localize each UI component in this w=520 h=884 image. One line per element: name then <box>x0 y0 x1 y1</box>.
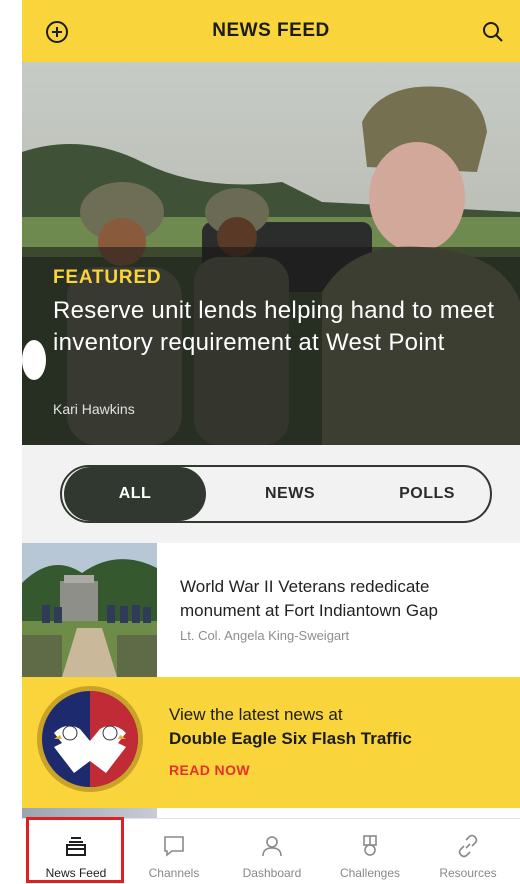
tab-resources[interactable]: Resources <box>418 819 518 884</box>
tab-label: Resources <box>439 866 497 880</box>
double-eagle-seal-icon <box>37 686 143 792</box>
tab-label: Dashboard <box>242 866 302 880</box>
page-title: NEWS FEED <box>212 20 330 41</box>
promo-text: View the latest news at <box>169 705 343 724</box>
carousel-indicator[interactable] <box>22 340 46 380</box>
feed-filter: ALL NEWS POLLS <box>60 465 492 523</box>
promo-headline: Double Eagle Six Flash Traffic <box>169 729 412 748</box>
article-list-item[interactable]: World War II Veterans rededicate monumen… <box>22 543 520 677</box>
search-icon[interactable] <box>480 19 506 45</box>
link-icon <box>455 833 481 859</box>
bottom-tab-bar: News Feed Channels Dashboard Challenges … <box>22 817 520 884</box>
chat-bubble-icon <box>161 833 187 859</box>
tab-dashboard[interactable]: Dashboard <box>222 819 322 884</box>
tab-news-feed[interactable]: News Feed <box>26 819 126 884</box>
filter-tab-news[interactable]: NEWS <box>230 467 350 521</box>
article-author: Lt. Col. Angela King-Sweigart <box>180 628 350 643</box>
tab-challenges[interactable]: Challenges <box>320 819 420 884</box>
medal-icon <box>357 833 383 859</box>
add-circle-icon[interactable] <box>44 19 70 45</box>
filter-tab-all[interactable]: ALL <box>64 467 206 521</box>
top-bar: NEWS FEED <box>22 0 520 62</box>
tab-label: Challenges <box>339 866 401 880</box>
filter-tab-polls[interactable]: POLLS <box>362 467 492 521</box>
app-screen: NEWS FEED FEATURED Reserve unit lends he… <box>22 0 520 884</box>
featured-label: FEATURED <box>53 267 162 288</box>
featured-article-card[interactable]: FEATURED Reserve unit lends helping hand… <box>22 62 520 445</box>
read-now-link[interactable]: READ NOW <box>169 762 250 778</box>
news-feed-icon <box>63 833 89 859</box>
article-title[interactable]: World War II Veterans rededicate monumen… <box>180 575 510 623</box>
tab-label: News Feed <box>45 866 107 880</box>
article-thumbnail <box>22 543 157 677</box>
tab-label: Channels <box>148 866 200 880</box>
featured-author: Kari Hawkins <box>53 401 135 417</box>
person-icon <box>259 833 285 859</box>
promo-banner[interactable]: View the latest news at Double Eagle Six… <box>22 677 520 808</box>
featured-headline[interactable]: Reserve unit lends helping hand to meet … <box>53 295 503 359</box>
tab-channels[interactable]: Channels <box>124 819 224 884</box>
